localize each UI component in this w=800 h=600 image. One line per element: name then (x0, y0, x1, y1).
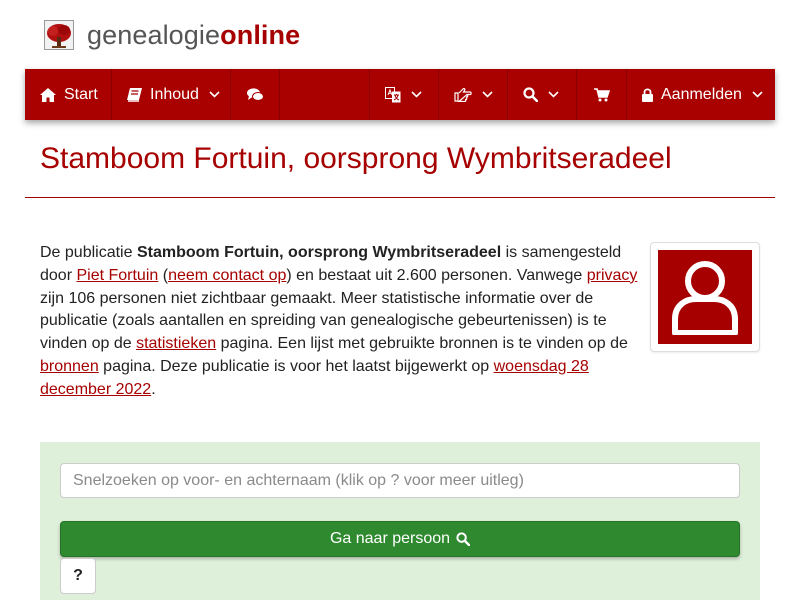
nav-language[interactable] (370, 69, 439, 120)
search-icon (523, 87, 538, 102)
nav-login[interactable]: Aanmelden (627, 69, 775, 120)
nav-chat[interactable] (231, 69, 280, 120)
intro-text: ) en bestaat uit 2.600 personen. Vanwege (286, 266, 587, 284)
shopping-cart-icon (593, 87, 610, 102)
nav-start[interactable]: Start (25, 69, 112, 120)
quick-search-input[interactable] (60, 463, 740, 498)
intro-text: pagina. Deze publicatie is voor het laat… (98, 357, 494, 375)
go-to-person-button[interactable]: Ga naar persoon (60, 521, 740, 557)
brand-name-accent: online (220, 20, 301, 50)
translate-icon (385, 86, 401, 103)
home-icon (40, 87, 56, 102)
author-avatar (650, 242, 760, 352)
intro-text: De publicatie (40, 244, 137, 261)
chevron-down-icon (752, 91, 763, 98)
lock-icon (642, 87, 653, 102)
nav-cart[interactable] (577, 69, 627, 120)
site-brand[interactable]: genealogieonline (44, 18, 300, 52)
brand-name: genealogieonline (87, 20, 300, 50)
sources-link[interactable]: bronnen (40, 358, 99, 375)
chevron-down-icon (209, 91, 220, 98)
author-link[interactable]: Piet Fortuin (76, 267, 158, 284)
go-to-person-label: Ga naar persoon (329, 530, 451, 547)
intro-text: . (151, 380, 156, 398)
user-icon (658, 250, 752, 344)
nav-contents[interactable]: Inhoud (112, 69, 231, 120)
help-button[interactable]: ? (60, 558, 96, 594)
book-icon (127, 87, 142, 102)
publication-description: De publicatie Stamboom Fortuin, oorspron… (40, 242, 640, 402)
nav-share[interactable] (439, 69, 508, 120)
chevron-down-icon (411, 91, 422, 98)
brand-name-plain: genealogie (87, 20, 221, 50)
nav-login-label: Aanmelden (661, 85, 742, 103)
hand-pointer-icon (454, 87, 472, 102)
title-divider (25, 197, 775, 198)
intro-text: ( (158, 266, 169, 284)
nav-contents-label: Inhoud (150, 85, 199, 103)
publication-name: Stamboom Fortuin, oorsprong Wymbritserad… (136, 244, 502, 261)
privacy-link[interactable]: privacy (587, 267, 638, 284)
contact-link[interactable]: neem contact op (168, 267, 286, 284)
tree-icon (44, 20, 74, 50)
statistics-link[interactable]: statistieken (136, 335, 216, 352)
intro-text: pagina. Een lijst met gebruikte bronnen … (216, 335, 628, 353)
quick-search-panel: Ga naar persoon ? (40, 442, 760, 600)
search-icon (456, 532, 471, 546)
nav-search[interactable] (508, 69, 577, 120)
main-navbar: Start Inhoud Aanmelden (25, 69, 775, 120)
chevron-down-icon (482, 91, 493, 98)
nav-start-label: Start (64, 85, 98, 103)
nav-spacer (280, 69, 370, 120)
page-title: Stamboom Fortuin, oorsprong Wymbritserad… (40, 142, 672, 175)
comments-icon (246, 87, 264, 102)
chevron-down-icon (548, 91, 559, 98)
